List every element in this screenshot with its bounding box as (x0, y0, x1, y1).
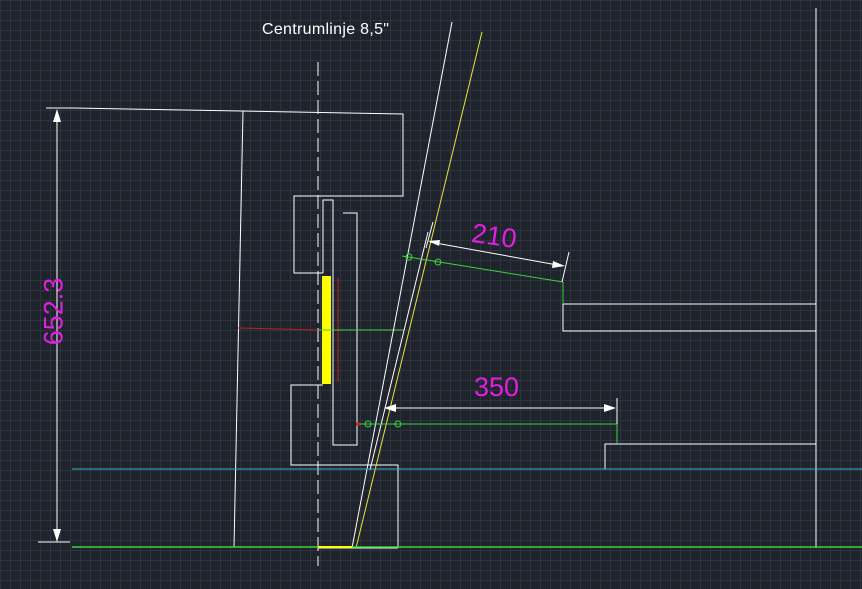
dim-210-ext-right (561, 251, 570, 283)
drawing-geometry (38, 8, 862, 566)
dim-350-arrow-right (604, 404, 616, 412)
red-horizontal (237, 327, 319, 331)
lower-block-outline (290, 384, 399, 548)
dim-210-arrow-right (552, 261, 565, 268)
lower-step (604, 443, 816, 470)
dim-652-arrow-top (53, 109, 61, 122)
slanted-yellow-line (355, 31, 483, 549)
cad-drawing-canvas[interactable]: Centrumlinje 8,5" 210 350 652.3 (0, 0, 862, 589)
upper-step (562, 303, 816, 332)
dimension-652-label: 652.3 (38, 277, 69, 346)
dim-652-arrow-bottom (53, 529, 61, 542)
dimension-350-label: 350 (474, 372, 520, 402)
main-body-outline (73, 107, 404, 274)
left-inner-vertical (233, 110, 244, 548)
slanted-white-line-2 (369, 231, 429, 471)
dimension-210-label: 210 (469, 218, 519, 254)
upper-green-line (401, 255, 564, 283)
centerline-label: Centrumlinje 8,5" (262, 21, 390, 38)
